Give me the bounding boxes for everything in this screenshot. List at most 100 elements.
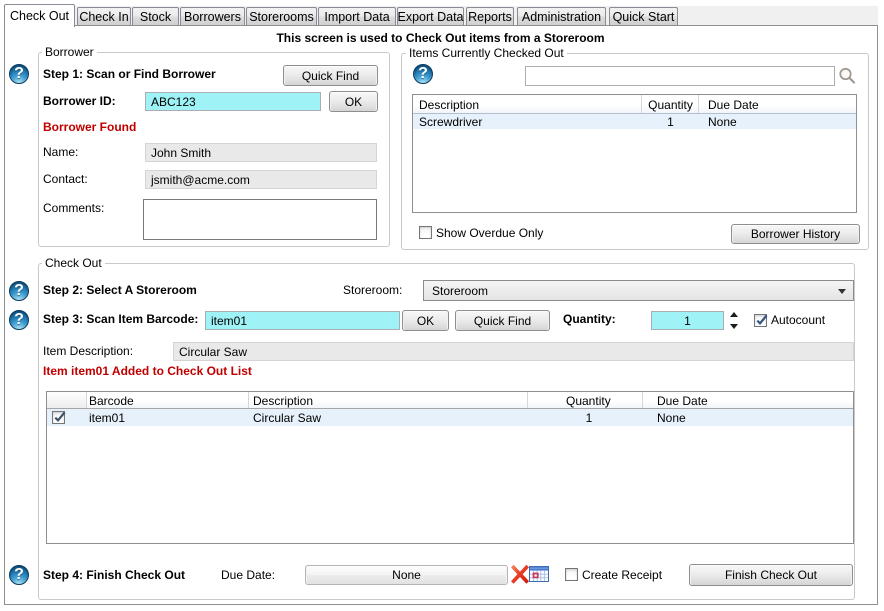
header-corner-cell [47,392,86,408]
calendar-icon[interactable] [529,566,549,582]
quantity-stepper[interactable] [727,310,741,331]
clear-due-date-icon[interactable] [509,563,531,586]
col-quantity[interactable]: Quantity [566,394,611,408]
items-search-input[interactable] [525,66,835,86]
name-input: John Smith [145,143,377,162]
tab-label: Reports [468,10,512,24]
comments-input[interactable] [143,199,377,240]
col-description[interactable]: Description [253,394,313,408]
barcode-ok-button[interactable]: OK [402,310,449,331]
comments-label: Comments: [43,201,104,216]
items-list-row[interactable]: Screwdriver 1 None [413,114,856,129]
spin-down-icon[interactable] [727,321,741,331]
button-label: OK [417,314,434,328]
col-due-date[interactable]: Due Date [708,98,759,112]
button-label: Quick Find [474,314,531,328]
check-icon [53,409,66,424]
tab-label: Check Out [10,9,69,23]
tab-label: Check In [79,10,128,24]
quick-find-item-button[interactable]: Quick Find [455,310,550,331]
page-heading: This screen is used to Check Out items f… [4,31,877,46]
magnifier-icon[interactable] [837,66,857,86]
help-step2-icon[interactable]: ? [9,281,29,301]
tab-reports[interactable]: Reports [466,7,514,25]
autocount-checkbox[interactable] [754,314,767,327]
borrower-id-input[interactable]: ABC123 [145,92,321,111]
tab-quick-start[interactable]: Quick Start [609,7,678,25]
tab-check-in[interactable]: Check In [77,7,131,25]
finish-check-out-button[interactable]: Finish Check Out [689,564,853,586]
storeroom-dropdown[interactable]: Storeroom [423,280,854,301]
tab-label: Import Data [324,10,389,24]
quantity-value: 1 [684,314,691,328]
step2-label: Step 2: Select A Storeroom [43,283,197,298]
tab-label: Quick Start [613,10,675,24]
due-date-value: None [392,568,421,582]
items-list-header: Description Quantity Due Date [413,95,856,114]
borrower-ok-button[interactable]: OK [329,91,378,112]
name-value: John Smith [151,146,211,160]
cell-due-date: None [708,115,737,129]
show-overdue-checkbox[interactable] [419,226,432,239]
quick-find-borrower-button[interactable]: Quick Find [283,65,378,86]
row-select-checkbox[interactable] [52,411,65,424]
button-label: OK [345,95,362,109]
create-receipt-checkbox[interactable] [565,568,578,581]
help-step3-icon[interactable]: ? [9,310,29,330]
tab-borrowers[interactable]: Borrowers [180,7,245,25]
button-label: Finish Check Out [725,568,817,582]
tab-administration[interactable]: Administration [517,7,606,25]
items-group-label: Items Currently Checked Out [406,47,567,60]
col-barcode[interactable]: Barcode [89,394,134,408]
borrower-history-button[interactable]: Borrower History [731,224,860,244]
checkout-grid-row[interactable]: item01 Circular Saw 1 None [47,409,853,426]
item-description-label: Item Description: [43,344,133,359]
item-barcode-input[interactable]: item01 [205,311,400,330]
checkout-grid[interactable]: Barcode Description Quantity Due Date it… [46,391,854,544]
button-label: Borrower History [751,227,840,241]
quantity-label: Quantity: [563,312,616,327]
items-list[interactable]: Description Quantity Due Date Screwdrive… [412,94,857,213]
check-icon [755,312,768,327]
col-description[interactable]: Description [419,98,479,112]
help-step1-icon[interactable]: ? [9,64,29,84]
column-separator [527,392,528,408]
storeroom-value: Storeroom [432,284,488,298]
contact-label: Contact: [43,172,88,187]
chevron-down-icon [838,289,846,294]
item-description-input: Circular Saw [173,342,854,361]
column-separator [642,392,643,408]
barcode-value: item01 [211,314,247,328]
cell-quantity: 1 [642,115,699,129]
cell-due-date: None [657,411,686,425]
step3-label: Step 3: Scan Item Barcode: [43,312,198,327]
autocount-label: Autocount [771,313,825,328]
borrower-id-label: Borrower ID: [43,94,116,109]
help-items-icon[interactable]: ? [413,64,433,84]
checkout-status-text: Item item01 Added to Check Out List [43,364,252,379]
name-label: Name: [43,145,78,160]
col-due-date[interactable]: Due Date [657,394,708,408]
cell-barcode: item01 [89,411,125,425]
checkout-window: Check Out Check In Stock Borrowers Store… [0,0,884,611]
quantity-input[interactable]: 1 [651,311,724,330]
due-date-field[interactable]: None [305,565,508,585]
tab-label: Storerooms [249,10,314,24]
tab-storerooms[interactable]: Storerooms [246,7,317,25]
spin-up-icon[interactable] [727,310,741,320]
tab-stock[interactable]: Stock [132,7,179,25]
step1-label: Step 1: Scan or Find Borrower [43,67,216,82]
tab-export-data[interactable]: Export Data [397,7,464,25]
borrower-id-value: ABC123 [151,95,196,109]
column-separator [641,95,642,113]
tab-import-data[interactable]: Import Data [318,7,396,25]
help-step4-icon[interactable]: ? [9,565,29,585]
column-separator [86,392,87,408]
col-quantity[interactable]: Quantity [642,98,699,112]
show-overdue-label: Show Overdue Only [436,226,543,241]
tab-check-out[interactable]: Check Out [4,4,75,27]
storeroom-label: Storeroom: [343,283,402,298]
contact-value: jsmith@acme.com [151,173,250,187]
create-receipt-label: Create Receipt [582,568,662,583]
checkout-grid-header: Barcode Description Quantity Due Date [47,392,853,409]
